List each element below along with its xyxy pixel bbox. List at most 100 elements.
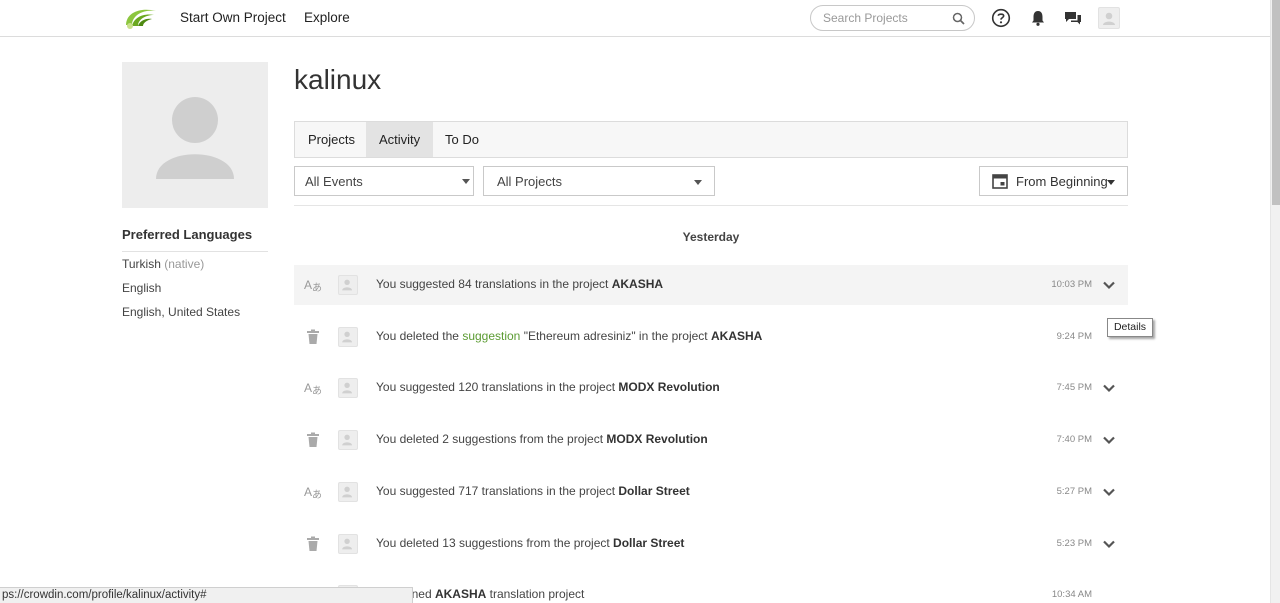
language-item: English [122,281,161,295]
user-icon [156,97,234,179]
project-link[interactable]: MODX Revolution [606,432,707,446]
browser-status-bar: ps://crowdin.com/profile/kalinux/activit… [0,587,413,603]
project-link[interactable]: AKASHA [711,329,762,343]
message-text: You deleted the [376,328,463,343]
suggestion-link[interactable]: suggestion [462,329,520,343]
activity-time: 10:03 PM [1051,279,1092,290]
activity-message: You deleted the suggestion "Ethereum adr… [376,329,762,343]
project-link[interactable]: AKASHA [435,587,486,601]
activity-message: You suggested 84 translations in the pro… [376,277,663,291]
caret-down-icon [462,179,470,184]
message-text: translation project [486,587,585,602]
activity-row[interactable]: A あ You suggested 84 translations in the p… [294,265,1128,305]
svg-text:A: A [304,485,312,499]
project-link[interactable]: AKASHA [612,277,663,291]
caret-down-icon [1107,180,1115,185]
activity-row[interactable]: A あ You suggested 717 translations in the … [294,472,1128,512]
activity-message: You suggested 717 translations in the pr… [376,484,690,498]
help-icon[interactable] [991,8,1011,28]
day-group-label: Yesterday [682,230,740,244]
nav-start-own-project[interactable]: Start Own Project [180,10,286,25]
activity-time: 7:40 PM [1056,434,1092,446]
activity-row[interactable]: You joined AKASHA translation project10:… [294,575,1128,603]
projects-filter-value: All Projects [497,174,563,189]
translate-icon: Aあ [304,276,322,294]
svg-text:あ: あ [312,385,322,397]
project-link[interactable]: Dollar Street [618,484,689,498]
trash-icon [304,535,322,553]
tab-activity[interactable]: Activity [366,122,434,157]
svg-text:あ: あ [312,282,322,294]
chevron-down-icon[interactable] [1102,485,1116,499]
divider [122,251,268,252]
activity-row[interactable]: You deleted 13 suggestions from the proj… [294,524,1128,564]
activity-time: 7:45 PM [1056,382,1092,394]
activity-time: 9:24 PM [1056,330,1092,342]
chat-icon[interactable] [1063,8,1083,28]
scrollbar-thumb[interactable] [1272,0,1280,205]
page-scrollbar[interactable] [1270,0,1280,603]
crowdin-logo-icon[interactable] [122,5,158,31]
message-text: "Ethereum adresiniz" in the project [520,328,711,343]
date-range-value: From Beginning [1016,174,1108,189]
language-name: English [122,281,162,295]
activity-message: You deleted 2 suggestions from the proje… [376,432,708,446]
language-note: (native) [164,257,205,271]
top-navbar: Start Own Project Explore [0,0,1270,37]
activity-time: 5:23 PM [1056,537,1092,549]
events-filter-value: All Events [305,174,363,189]
activity-message: You deleted 13 suggestions from the proj… [376,536,684,550]
trash-icon [304,328,322,346]
divider [294,205,1128,206]
svg-text:A: A [304,278,312,292]
activity-user-avatar[interactable] [338,481,358,502]
bell-icon[interactable] [1028,8,1048,28]
activity-row[interactable]: You deleted the suggestion "Ethereum adr… [294,317,1128,357]
activity-user-avatar[interactable] [338,533,358,554]
chevron-down-icon[interactable] [1102,537,1116,551]
activity-row[interactable]: A あ You suggested 120 translations in the … [294,368,1128,408]
message-text: You suggested 120 translations in the pr… [376,380,619,395]
translate-icon: Aあ [304,379,322,397]
activity-time: 10:34 AM [1051,589,1092,601]
activity-message: You suggested 120 translations in the pr… [376,380,720,394]
activity-user-avatar[interactable] [338,378,358,399]
caret-down-icon [694,180,702,185]
search-input[interactable] [823,11,953,25]
project-link[interactable]: MODX Revolution [618,380,719,394]
calendar-icon [992,174,1008,189]
details-tooltip: Details [1107,318,1153,337]
chevron-down-icon[interactable] [1102,278,1116,292]
date-range-button[interactable]: From Beginning [979,166,1128,196]
profile-avatar [122,62,268,208]
nav-explore[interactable]: Explore [304,10,350,25]
user-icon [1103,12,1115,25]
activity-user-avatar[interactable] [338,275,358,295]
preferred-languages-title: Preferred Languages [122,227,253,242]
message-text: You deleted 2 suggestions from the proje… [376,432,607,447]
chevron-down-icon[interactable] [1102,433,1116,447]
activity-user-avatar[interactable] [338,326,358,347]
language-item: English, United States [122,305,240,319]
search-box [810,5,975,31]
search-icon[interactable] [952,12,965,25]
svg-text:A: A [304,381,312,395]
translate-icon: Aあ [304,483,322,501]
project-link[interactable]: Dollar Street [613,536,684,550]
message-text: You suggested 84 translations in the pro… [376,277,612,291]
projects-filter-select[interactable]: All Projects [483,166,715,196]
tab-projects[interactable]: Projects [295,122,368,157]
svg-text:あ: あ [312,489,322,501]
user-menu-avatar[interactable] [1098,7,1120,29]
message-text: You deleted 13 suggestions from the proj… [376,535,614,550]
activity-row[interactable]: You deleted 2 suggestions from the proje… [294,420,1128,460]
profile-username: kalinux [294,64,382,95]
profile-tabs: Projects Activity To Do [294,121,1128,158]
chevron-down-icon[interactable] [1102,381,1116,395]
language-name: English, United States [122,305,241,319]
events-filter-select[interactable]: All Events [294,166,474,196]
message-text: You suggested 717 translations in the pr… [376,483,619,498]
language-name: Turkish [122,257,161,271]
tab-to-do[interactable]: To Do [432,122,492,157]
activity-user-avatar[interactable] [338,430,358,451]
